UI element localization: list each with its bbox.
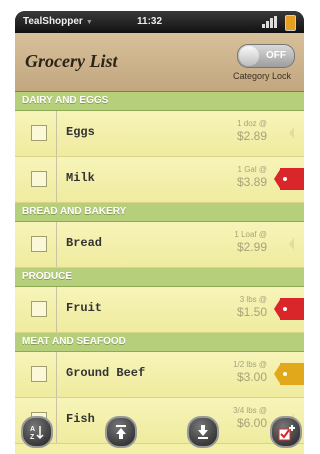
sort-az-icon[interactable]: AZ	[21, 416, 53, 448]
status-bar: TealShopper ▼ 11:32	[15, 11, 304, 33]
list-item[interactable]: Fruit 3 lbs @ $1.50	[15, 287, 304, 333]
add-checked-item-icon[interactable]	[270, 416, 302, 448]
scroll-bottom-icon[interactable]	[187, 416, 219, 448]
page-title: Grocery List	[25, 51, 118, 71]
item-name: Fruit	[66, 301, 103, 315]
list-item[interactable]: Eggs 1 doz @ $2.89	[15, 111, 304, 157]
category-lock-label: Category Lock	[233, 71, 292, 81]
toggle-knob	[239, 46, 259, 66]
item-checkbox[interactable]	[31, 366, 47, 382]
app-menu[interactable]: TealShopper ▼	[23, 16, 93, 27]
item-quantity: 3 lbs @	[239, 295, 267, 304]
svg-text:Z: Z	[30, 434, 35, 440]
item-price: $2.89	[236, 129, 267, 143]
row-divider	[56, 111, 57, 156]
item-checkbox[interactable]	[31, 236, 47, 252]
item-price: $1.50	[236, 305, 267, 319]
item-name: Bread	[66, 236, 103, 250]
list-item[interactable]: Ground Beef 1/2 lbs @ $3.00	[15, 352, 304, 398]
bottom-toolbar: AZ	[15, 409, 304, 454]
app-name: TealShopper	[23, 16, 83, 27]
item-price: $3.00	[236, 370, 267, 384]
item-checkbox[interactable]	[31, 301, 47, 317]
item-quantity: 1 Gal @	[237, 165, 267, 174]
tag-flag-red-icon[interactable]	[274, 298, 304, 320]
app-header: Grocery List OFF Category Lock	[15, 33, 304, 92]
item-price: $2.99	[236, 240, 267, 254]
item-name: Eggs	[66, 125, 95, 139]
grocery-list: DAIRY AND EGGS Eggs 1 doz @ $2.89 Milk 1 Gal …	[15, 92, 304, 454]
clock: 11:32	[137, 16, 163, 27]
category-lock-toggle[interactable]: OFF	[237, 44, 295, 68]
item-quantity: 1/2 lbs @	[233, 360, 267, 369]
row-divider	[56, 287, 57, 332]
chevron-down-icon: ▼	[85, 19, 93, 26]
section-header: DAIRY AND EGGS	[15, 92, 304, 111]
section-header: PRODUCE	[15, 268, 304, 287]
row-divider	[56, 352, 57, 397]
item-quantity: 1 Loaf @	[234, 230, 267, 239]
item-quantity: 1 doz @	[237, 119, 267, 128]
list-item[interactable]: Bread 1 Loaf @ $2.99	[15, 222, 304, 268]
tag-toggle-icon[interactable]	[289, 127, 294, 139]
row-divider	[56, 157, 57, 202]
item-name: Milk	[66, 171, 95, 185]
tag-flag-yellow-icon[interactable]	[274, 363, 304, 385]
toggle-state-label: OFF	[266, 50, 286, 61]
section-header: MEAT AND SEAFOOD	[15, 333, 304, 352]
row-divider	[56, 222, 57, 267]
tag-flag-red-icon[interactable]	[274, 168, 304, 190]
scroll-top-icon[interactable]	[105, 416, 137, 448]
phone-screen: TealShopper ▼ 11:32 Grocery List OFF Cate…	[15, 11, 304, 454]
signal-icon	[262, 16, 278, 28]
item-checkbox[interactable]	[31, 125, 47, 141]
svg-text:A: A	[30, 426, 35, 433]
battery-icon	[285, 15, 296, 31]
section-header: BREAD AND BAKERY	[15, 203, 304, 222]
item-name: Ground Beef	[66, 366, 146, 380]
item-price: $3.89	[236, 175, 267, 189]
tag-toggle-icon[interactable]	[289, 238, 294, 250]
item-checkbox[interactable]	[31, 171, 47, 187]
list-item[interactable]: Milk 1 Gal @ $3.89	[15, 157, 304, 203]
